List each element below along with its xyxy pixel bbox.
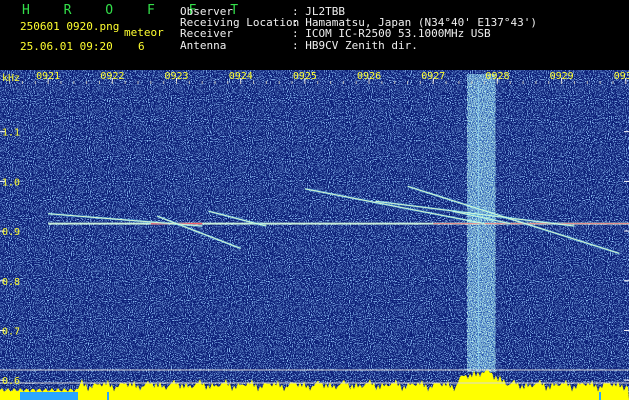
event-type: meteor — [124, 26, 164, 39]
event-count: 6 — [138, 40, 145, 53]
x-tick-label: 0928 — [485, 71, 509, 82]
noise-texture — [0, 70, 629, 400]
timestamp: 25.06.01 09:20 — [20, 40, 113, 53]
file-name: 250601 0920.png — [20, 20, 120, 33]
y-tick-label: 0.7 — [2, 326, 20, 337]
x-tick-label: 0923 — [165, 71, 189, 82]
y-axis-unit: kHz — [2, 73, 20, 84]
antenna-value: : HB9CV Zenith dir. — [292, 39, 418, 52]
level-marker-left — [20, 392, 78, 400]
x-tick-label: 0924 — [229, 71, 253, 82]
y-tick-label: 0.9 — [2, 227, 20, 238]
y-tick-label: 0.6 — [2, 376, 20, 387]
spectrogram: kHz 1.1 1.0 0.9 0.8 0.7 0.6 0921 0922 0923 0924 092… — [0, 70, 629, 400]
x-tick-label: 0925 — [293, 71, 317, 82]
receiver-label: Receiver — [180, 27, 233, 40]
receiver-value: : ICOM IC-R2500 53.1000MHz USB — [292, 27, 491, 40]
x-tick-label: 0929 — [550, 71, 574, 82]
x-tick-label: 0927 — [421, 71, 445, 82]
x-tick-label: 0930 — [614, 71, 629, 82]
y-tick-label: 1.0 — [2, 177, 20, 188]
antenna-label: Antenna — [180, 39, 227, 52]
x-tick-label: 0922 — [100, 71, 124, 82]
y-tick-label: 1.1 — [2, 128, 20, 139]
x-tick-label: 0921 — [36, 71, 60, 82]
header-panel: H R O F F T 250601 0920.png meteor 25.06… — [0, 0, 629, 70]
x-tick-label: 0926 — [357, 71, 381, 82]
y-tick-label: 0.8 — [2, 277, 20, 288]
